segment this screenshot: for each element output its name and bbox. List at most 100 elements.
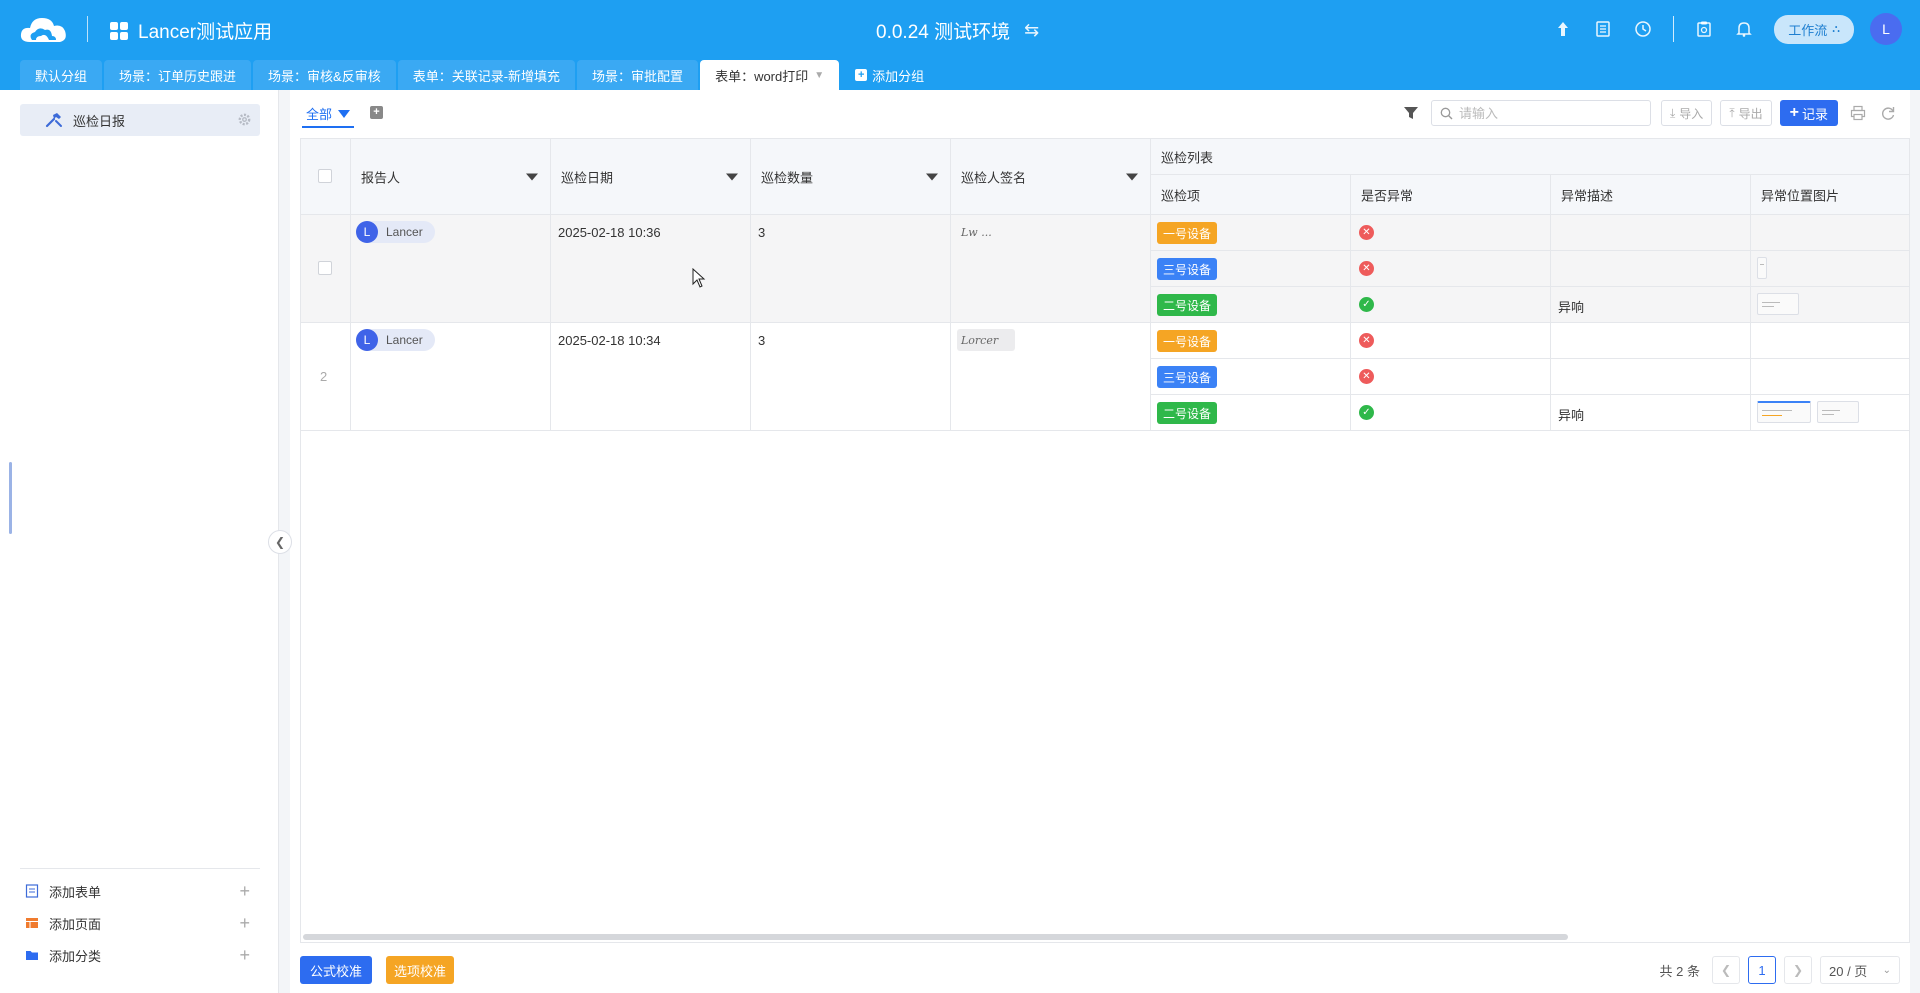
sub-cell-device[interactable]: 二号设备 bbox=[1151, 395, 1351, 431]
row-checkbox[interactable] bbox=[318, 261, 332, 275]
add-category-plus-icon[interactable]: + bbox=[239, 945, 250, 966]
sub-cell-description[interactable] bbox=[1551, 323, 1751, 359]
caret-down-icon[interactable] bbox=[926, 173, 938, 180]
sub-cell-device[interactable]: 三号设备 bbox=[1151, 251, 1351, 287]
sub-cell-device[interactable]: 一号设备 bbox=[1151, 323, 1351, 359]
print-icon[interactable] bbox=[1850, 105, 1866, 121]
tab-word-print[interactable]: 表单：word打印 ▼ bbox=[700, 60, 840, 90]
table-cell-date[interactable]: 2025-02-18 10:36 bbox=[551, 215, 751, 323]
sub-cell-device[interactable]: 二号设备 bbox=[1151, 287, 1351, 323]
column-header-inspection-date[interactable]: 巡检日期 bbox=[551, 139, 751, 215]
current-page[interactable]: 1 bbox=[1748, 956, 1776, 984]
table-cell-count[interactable]: 3 bbox=[751, 323, 951, 431]
sub-cell-abnormal[interactable]: ✓ bbox=[1351, 395, 1551, 431]
workflow-button[interactable]: 工作流 ⛬ bbox=[1774, 14, 1854, 44]
prev-page-button[interactable]: ❮ bbox=[1712, 956, 1740, 984]
add-view-icon[interactable]: + bbox=[370, 106, 383, 119]
search-input[interactable] bbox=[1458, 105, 1639, 121]
sub-cell-abnormal[interactable]: ✕ bbox=[1351, 215, 1551, 251]
sub-cell-description[interactable] bbox=[1551, 215, 1751, 251]
caret-down-icon[interactable] bbox=[526, 173, 538, 180]
add-form-item[interactable]: 添加表单 + bbox=[20, 875, 260, 907]
column-header-inspector-signature[interactable]: 巡检人签名 bbox=[951, 139, 1151, 215]
tab-related-record[interactable]: 表单：关联记录-新增填充 bbox=[397, 60, 576, 90]
select-all-checkbox[interactable] bbox=[318, 169, 332, 183]
tab-order-history[interactable]: 场景：订单历史跟进 bbox=[104, 60, 252, 90]
gear-icon[interactable] bbox=[237, 112, 252, 127]
add-record-button[interactable]: + 记录 bbox=[1779, 100, 1838, 126]
sub-cell-image[interactable] bbox=[1751, 359, 1909, 395]
sub-cell-abnormal[interactable]: ✓ bbox=[1351, 287, 1551, 323]
caret-down-icon[interactable] bbox=[1126, 173, 1138, 180]
view-tab-all[interactable]: 全部 bbox=[302, 104, 355, 128]
sidebar-collapse-button[interactable]: ❮ bbox=[268, 530, 292, 554]
app-title[interactable]: Lancer测试应用 bbox=[110, 17, 272, 44]
caret-down-icon[interactable] bbox=[726, 173, 738, 180]
history-clock-icon[interactable] bbox=[1633, 19, 1653, 39]
sub-cell-image[interactable] bbox=[1751, 287, 1909, 323]
sub-cell-description[interactable]: 异响 bbox=[1551, 395, 1751, 431]
column-header-inspection-count[interactable]: 巡检数量 bbox=[751, 139, 951, 215]
sub-cell-image[interactable] bbox=[1751, 395, 1909, 431]
image-thumbnail[interactable] bbox=[1757, 401, 1811, 423]
tab-default-group[interactable]: 默认分组 bbox=[20, 60, 103, 90]
sub-cell-description[interactable]: 异响 bbox=[1551, 287, 1751, 323]
sub-header-abnormal-description[interactable]: 异常描述 bbox=[1551, 175, 1751, 215]
sub-cell-device[interactable]: 三号设备 bbox=[1151, 359, 1351, 395]
notification-bell-icon[interactable] bbox=[1734, 19, 1754, 39]
sidebar-item-inspection-daily[interactable]: 巡检日报 bbox=[20, 104, 260, 136]
search-box[interactable] bbox=[1430, 100, 1651, 126]
table-cell-count[interactable]: 3 bbox=[751, 215, 951, 323]
image-thumbnail[interactable] bbox=[1757, 257, 1767, 279]
environment-switcher[interactable]: 0.0.24 测试环境 ⇆ bbox=[876, 17, 1039, 44]
table-cell-date[interactable]: 2025-02-18 10:34 bbox=[551, 323, 751, 431]
add-group-button[interactable]: + 添加分组 bbox=[841, 60, 938, 90]
sub-header-inspection-item[interactable]: 巡检项 bbox=[1151, 175, 1351, 215]
sub-cell-abnormal[interactable]: ✕ bbox=[1351, 323, 1551, 359]
sub-cell-abnormal[interactable]: ✕ bbox=[1351, 251, 1551, 287]
add-page-item[interactable]: 添加页面 + bbox=[20, 907, 260, 939]
image-thumbnail[interactable] bbox=[1817, 401, 1859, 423]
clipboard-task-icon[interactable] bbox=[1694, 19, 1714, 39]
sidebar-scroll-indicator[interactable] bbox=[9, 462, 12, 534]
user-chip[interactable]: L Lancer bbox=[356, 221, 435, 243]
page-size-select[interactable]: 20 / 页 ⌄ bbox=[1820, 956, 1900, 984]
signature-image[interactable]: Lorcer bbox=[957, 329, 1015, 351]
tab-audit[interactable]: 场景：审核&反审核 bbox=[253, 60, 396, 90]
column-header-reporter[interactable]: 报告人 bbox=[351, 139, 551, 215]
signature-image[interactable]: Lw ... bbox=[957, 221, 1015, 243]
add-form-plus-icon[interactable]: + bbox=[239, 881, 250, 902]
sub-cell-image[interactable] bbox=[1751, 215, 1909, 251]
user-chip[interactable]: L Lancer bbox=[356, 329, 435, 351]
cloud-logo-icon[interactable] bbox=[18, 14, 70, 46]
tab-approval-config[interactable]: 场景：审批配置 bbox=[577, 60, 699, 90]
add-page-plus-icon[interactable]: + bbox=[239, 913, 250, 934]
sub-header-abnormal-image[interactable]: 异常位置图片 bbox=[1751, 175, 1909, 215]
horizontal-scrollbar[interactable] bbox=[303, 934, 1568, 940]
sub-cell-description[interactable] bbox=[1551, 251, 1751, 287]
filter-icon[interactable] bbox=[1403, 105, 1419, 121]
sub-cell-description[interactable] bbox=[1551, 359, 1751, 395]
image-thumbnail[interactable] bbox=[1757, 293, 1799, 315]
document-icon[interactable] bbox=[1593, 19, 1613, 39]
table-cell-reporter[interactable]: L Lancer bbox=[351, 323, 551, 431]
sub-cell-abnormal[interactable]: ✕ bbox=[1351, 359, 1551, 395]
table-cell-reporter[interactable]: L Lancer bbox=[351, 215, 551, 323]
formula-calibrate-button[interactable]: 公式校准 bbox=[300, 956, 373, 984]
table-cell-signature[interactable]: Lorcer bbox=[951, 323, 1151, 431]
sub-cell-image[interactable] bbox=[1751, 251, 1909, 287]
sub-cell-image[interactable] bbox=[1751, 323, 1909, 359]
refresh-icon[interactable] bbox=[1880, 105, 1896, 121]
next-page-button[interactable]: ❯ bbox=[1784, 956, 1812, 984]
sub-cell-device[interactable]: 一号设备 bbox=[1151, 215, 1351, 251]
swap-icon[interactable]: ⇆ bbox=[1024, 20, 1039, 41]
publish-upload-icon[interactable] bbox=[1553, 19, 1573, 39]
export-button[interactable]: ⤒ 导出 bbox=[1720, 100, 1772, 126]
add-category-item[interactable]: 添加分类 + bbox=[20, 939, 260, 971]
table-cell-signature[interactable]: Lw ... bbox=[951, 215, 1151, 323]
import-button[interactable]: ⤓ 导入 bbox=[1660, 100, 1713, 126]
option-calibrate-button[interactable]: 选项校准 bbox=[386, 956, 455, 984]
sub-header-is-abnormal[interactable]: 是否异常 bbox=[1351, 175, 1551, 215]
tab-dropdown-icon[interactable]: ▼ bbox=[814, 70, 824, 81]
user-avatar[interactable]: L bbox=[1870, 13, 1902, 45]
